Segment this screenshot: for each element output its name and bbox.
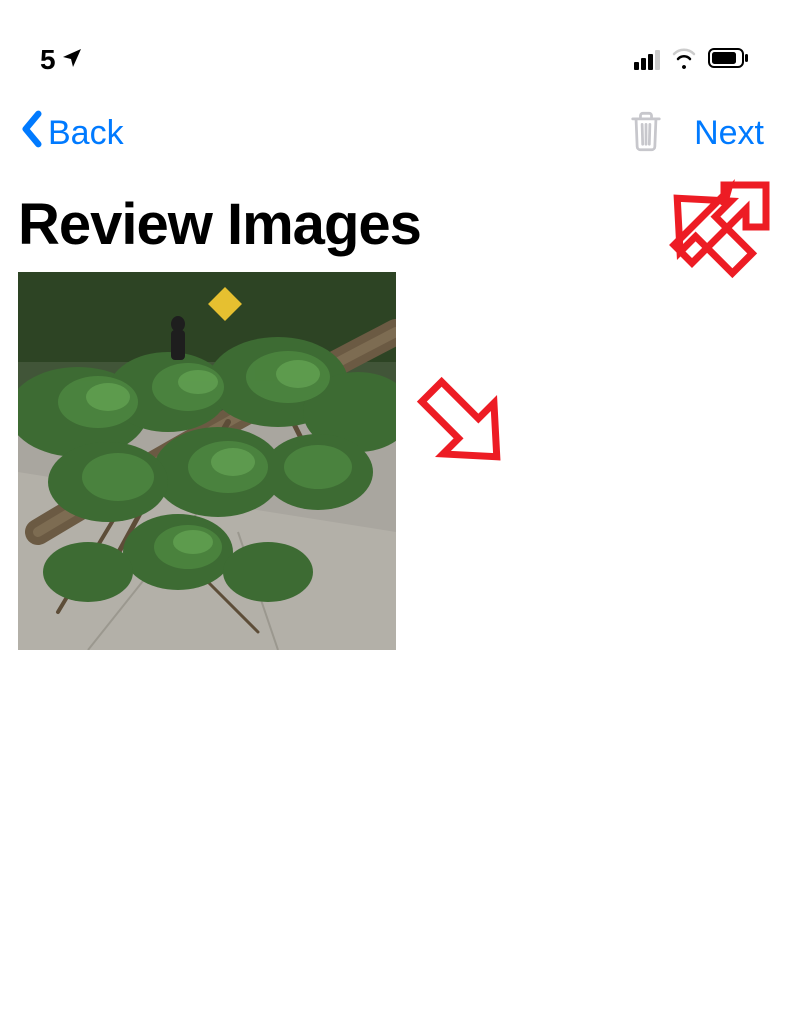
- thumbnail-image: [18, 272, 396, 650]
- back-button-label: Back: [48, 114, 124, 153]
- trash-icon: [628, 110, 664, 152]
- status-bar-left: 5: [40, 44, 84, 76]
- battery-icon: [708, 47, 750, 74]
- back-button[interactable]: Back: [20, 110, 124, 157]
- image-thumbnail[interactable]: [18, 272, 396, 650]
- thumbnail-grid: [0, 272, 790, 650]
- nav-right-group: Next: [628, 110, 764, 157]
- next-button[interactable]: Next: [694, 114, 764, 153]
- navigation-bar: Back Next: [0, 90, 790, 177]
- trash-button[interactable]: [628, 110, 664, 157]
- location-arrow-icon: [60, 46, 84, 75]
- status-bar-right: [634, 47, 750, 74]
- status-bar: 5: [0, 0, 790, 90]
- page-title: Review Images: [0, 177, 790, 272]
- wifi-icon: [670, 47, 698, 74]
- cellular-signal-icon: [634, 50, 660, 70]
- status-partial-text: 5: [40, 44, 56, 76]
- chevron-left-icon: [20, 110, 44, 157]
